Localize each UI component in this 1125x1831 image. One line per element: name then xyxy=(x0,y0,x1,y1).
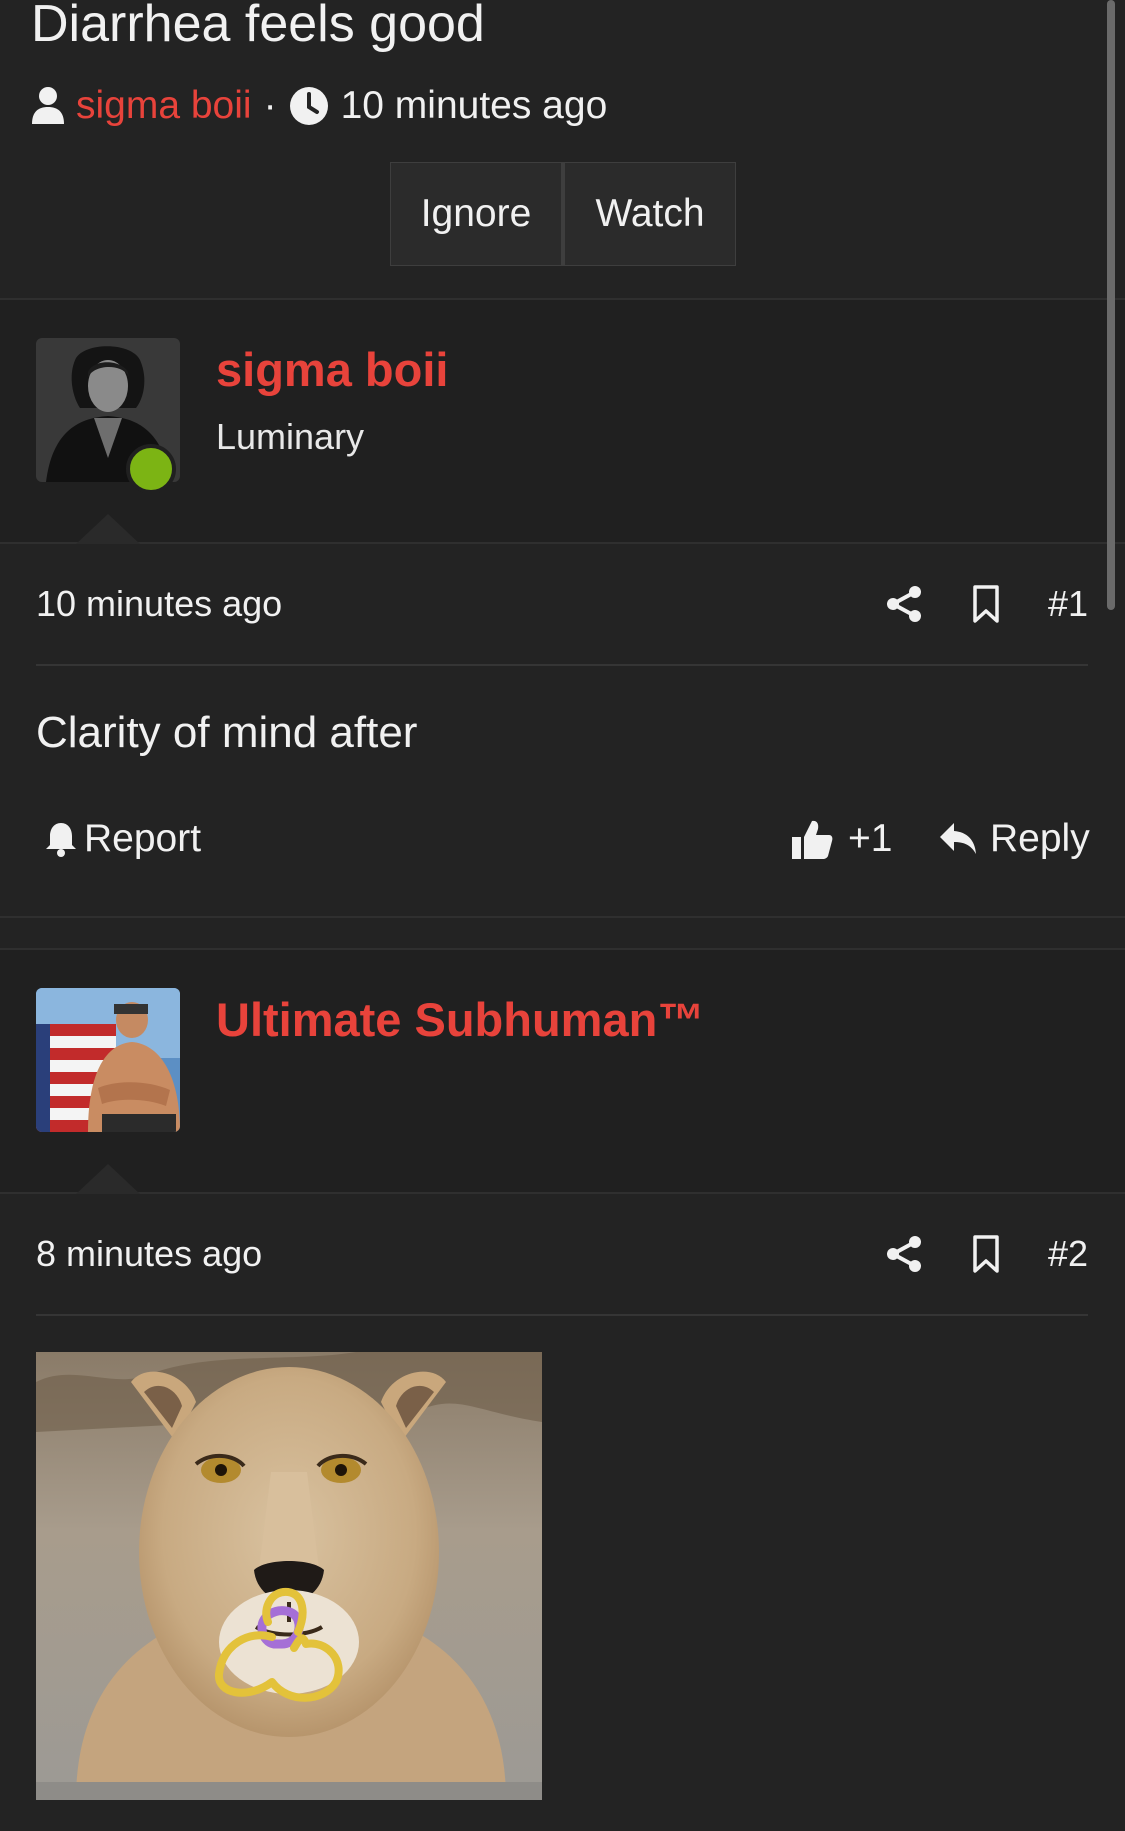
post-pointer-arrow xyxy=(76,1164,140,1194)
thumbs-up-icon xyxy=(792,820,833,859)
post-user-title: Luminary xyxy=(216,416,365,457)
post-header: 8 minutes ago #2 xyxy=(36,1224,1088,1284)
thread-time[interactable]: 10 minutes ago xyxy=(341,84,608,128)
post-username[interactable]: sigma boii xyxy=(216,342,448,397)
lioness-photo xyxy=(36,1352,542,1800)
thread-author-link[interactable]: sigma boii xyxy=(76,84,252,128)
post-separator xyxy=(0,916,1125,918)
post-number-link[interactable]: #1 xyxy=(1048,574,1088,634)
post-header-divider xyxy=(36,1314,1088,1316)
share-icon[interactable] xyxy=(884,1234,924,1274)
post-body-text: Clarity of mind after xyxy=(36,708,418,757)
post-user-block: sigma boii Luminary xyxy=(0,298,1125,544)
bookmark-icon[interactable] xyxy=(966,1234,1006,1274)
post-time[interactable]: 10 minutes ago xyxy=(36,574,282,634)
ignore-button[interactable]: Ignore xyxy=(390,162,562,266)
post-header: 10 minutes ago #1 xyxy=(36,574,1088,634)
reply-icon xyxy=(940,823,976,854)
forum-thread-page: Diarrhea feels good sigma boii · 10 minu… xyxy=(0,0,1125,1831)
post-attachment-image[interactable] xyxy=(36,1352,542,1800)
clock-icon xyxy=(289,87,328,125)
post-number-link[interactable]: #2 xyxy=(1048,1224,1088,1284)
online-status-dot xyxy=(126,444,176,494)
scrollbar[interactable] xyxy=(1107,0,1115,610)
reply-label: Reply xyxy=(990,817,1090,860)
bell-icon xyxy=(46,823,76,857)
thread-meta: sigma boii · 10 minutes ago xyxy=(30,78,607,134)
post-time[interactable]: 8 minutes ago xyxy=(36,1224,262,1284)
thread-title: Diarrhea feels good xyxy=(31,0,485,53)
reaction-count: +1 xyxy=(848,817,893,860)
avatar[interactable] xyxy=(36,988,180,1132)
user-icon xyxy=(32,87,64,124)
bookmark-icon[interactable] xyxy=(966,584,1006,624)
like-button[interactable]: +1 xyxy=(790,817,892,861)
share-icon[interactable] xyxy=(884,584,924,624)
thread-button-group: Ignore Watch xyxy=(390,162,736,268)
post-username[interactable]: Ultimate Subhuman™ xyxy=(216,992,704,1047)
meta-separator: · xyxy=(263,84,277,127)
reply-button[interactable]: Reply xyxy=(938,817,1090,861)
post-user-block: Ultimate Subhuman™ xyxy=(0,948,1125,1194)
avatar-flag-muscleman-image xyxy=(36,988,180,1132)
thread-header: Diarrhea feels good sigma boii · 10 minu… xyxy=(0,0,1125,300)
post-header-divider xyxy=(36,664,1088,666)
post-2: Ultimate Subhuman™ 8 minutes ago #2 xyxy=(0,948,1125,1831)
report-button[interactable]: Report xyxy=(44,817,201,861)
report-label: Report xyxy=(84,817,202,860)
post-1: sigma boii Luminary 10 minutes ago #1 Cl… xyxy=(0,298,1125,918)
post-pointer-arrow xyxy=(76,514,140,544)
watch-button[interactable]: Watch xyxy=(562,162,736,266)
